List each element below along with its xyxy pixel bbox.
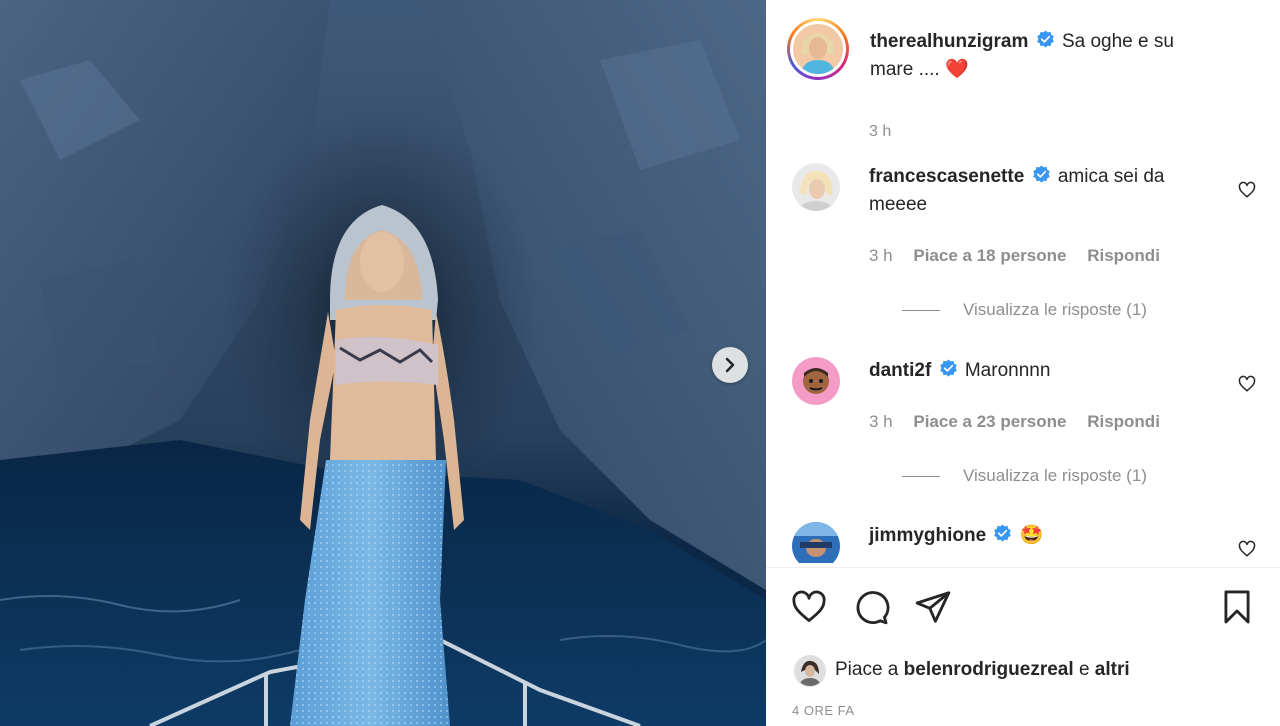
comment-text-block: jimmyghione 🤩 — [869, 522, 1209, 550]
bookmark-icon[interactable] — [1218, 588, 1256, 626]
commenter-avatar-image — [792, 522, 840, 563]
actions-divider — [766, 567, 1280, 568]
share-icon[interactable] — [914, 588, 952, 626]
comment-icon[interactable] — [852, 588, 890, 626]
liker-avatar[interactable] — [794, 655, 826, 687]
next-photo-button[interactable] — [712, 347, 748, 383]
post-timestamp[interactable]: 4 ORE FA — [792, 703, 855, 718]
verified-badge-icon — [994, 524, 1012, 542]
likes-prefix: Piace a — [835, 659, 899, 680]
like-comment-heart-icon[interactable] — [1238, 540, 1256, 558]
photo-scene — [0, 0, 766, 726]
liker-username[interactable]: belenrodriguezreal — [904, 659, 1074, 680]
comment-text: 🤩 — [1019, 525, 1044, 546]
heart-icon[interactable] — [790, 588, 828, 626]
likes-conjunction: e — [1078, 659, 1090, 680]
commenter-username[interactable]: jimmyghione — [869, 525, 986, 546]
comments-scroll-area[interactable]: jimmyghione 🤩 — [766, 0, 1280, 563]
commenter-avatar[interactable] — [792, 522, 840, 563]
likes-others[interactable]: altri — [1095, 659, 1130, 680]
likes-text: Piace a belenrodriguezreal e altri — [835, 659, 1130, 681]
liker-avatar-image — [795, 656, 825, 686]
post-actions-bar — [790, 588, 1256, 628]
post-side-panel: therealhunzigram Sa oghe e su mare .... … — [766, 0, 1280, 726]
chevron-right-icon — [725, 357, 735, 373]
likes-summary: Piace a belenrodriguezreal e altri — [794, 655, 1254, 687]
post-photo — [0, 0, 766, 726]
